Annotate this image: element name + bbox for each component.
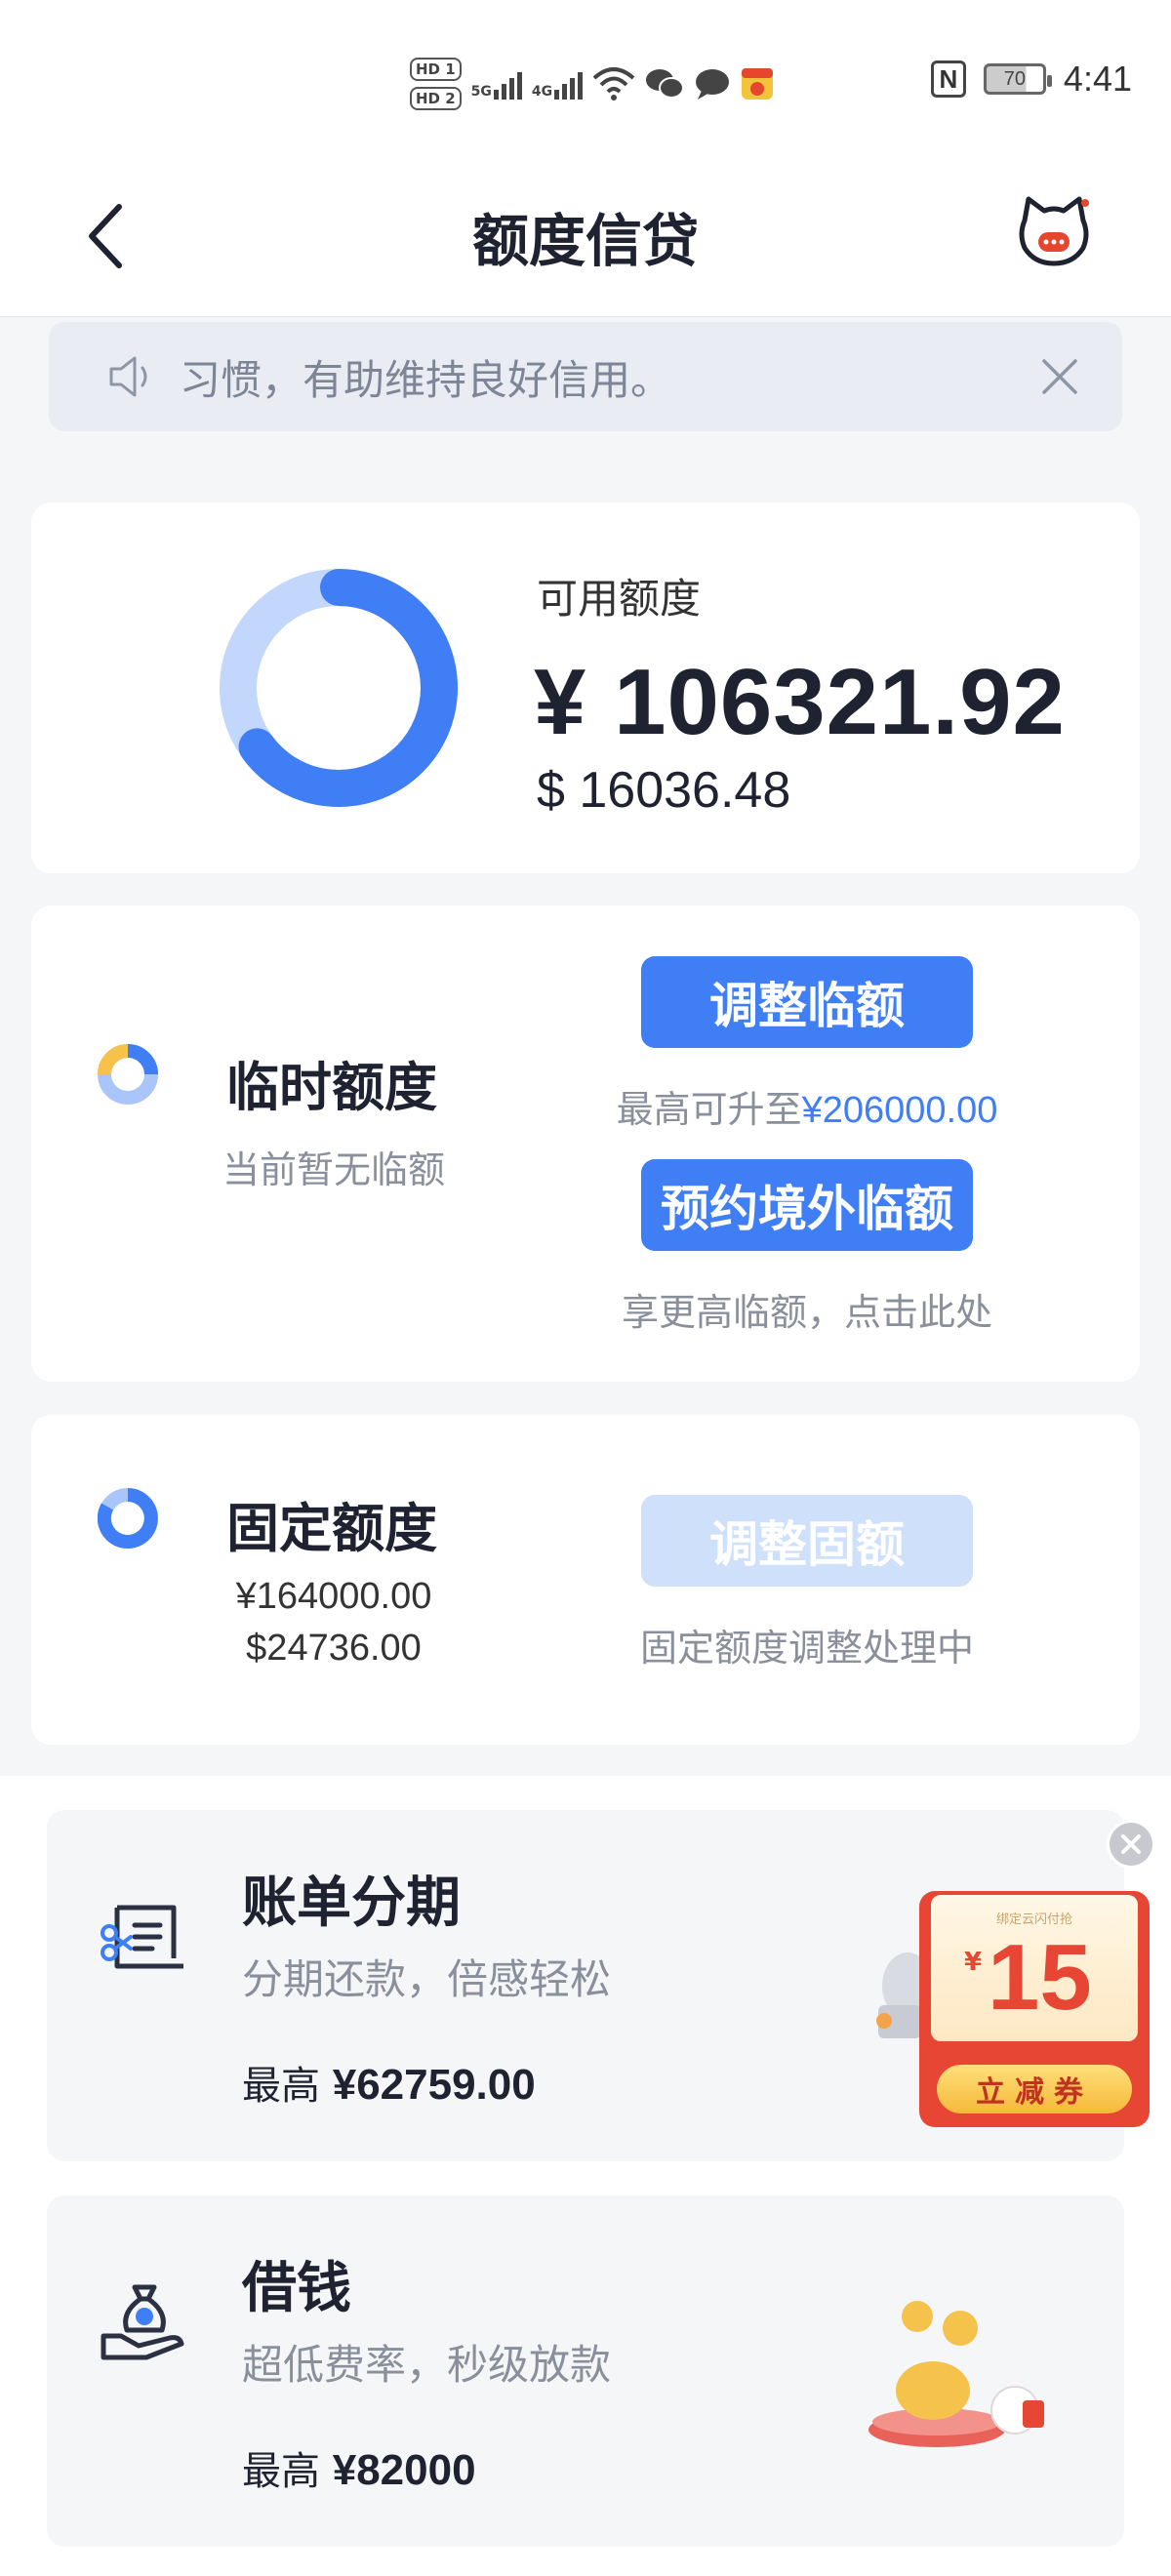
- fixed-amount-cny: ¥164000.00: [235, 1576, 432, 1617]
- installment-max-value: ¥62759.00: [332, 2061, 536, 2109]
- network-5g-label: 5G: [470, 84, 492, 100]
- available-amount-cny: ¥ 106321.92: [534, 650, 1066, 754]
- wechat-icon: [646, 69, 685, 99]
- fixed-status-note: 固定额度调整处理中: [639, 1627, 974, 1670]
- loan-title: 借钱: [242, 2257, 351, 2320]
- page-title: 额度信贷: [471, 208, 699, 274]
- temporary-title: 临时额度: [226, 1057, 437, 1118]
- customer-service-cat-icon[interactable]: [1015, 191, 1093, 269]
- temporary-subtitle: 当前暂无临额: [222, 1148, 445, 1191]
- available-credit-card: 可用额度 ¥ 106321.92 $ 16036.48: [31, 503, 1140, 873]
- coupon-label: 立减券: [937, 2065, 1132, 2113]
- installment-max-prefix: 最高: [242, 2064, 320, 2109]
- hd2-badge: HD 2: [410, 87, 462, 110]
- available-ring-chart: [220, 569, 458, 807]
- app-notification-icon: [742, 68, 774, 100]
- speaker-icon: [109, 356, 147, 397]
- battery-icon: 70: [983, 63, 1052, 95]
- wifi-icon: [592, 67, 635, 101]
- loan-max: 最高 ¥82000: [242, 2439, 476, 2496]
- fixed-title: 固定额度: [226, 1498, 437, 1559]
- available-label: 可用额度: [537, 575, 702, 623]
- coupon-paper: 绑定云闪付抢 ¥ 15: [931, 1895, 1138, 2041]
- overseas-note[interactable]: 享更高临额，点击此处: [578, 1282, 1036, 1336]
- network-4g-label: 4G: [531, 84, 553, 100]
- loan-subtitle: 超低费率，秒级放款: [242, 2341, 612, 2389]
- notice-text: 习惯，有助维持良好信用。: [180, 355, 672, 404]
- status-right: N 70 4:41: [930, 59, 1132, 100]
- money-bag-hand-icon: [101, 2284, 184, 2360]
- coupon-body: 绑定云闪付抢 ¥ 15 立减券: [919, 1891, 1150, 2127]
- temporary-max-prefix: 最高可升至: [616, 1088, 802, 1131]
- coupon-currency: ¥: [964, 1948, 983, 1977]
- hd1-badge: HD 1: [410, 58, 462, 81]
- temporary-max-value: ¥206000.00: [801, 1090, 998, 1131]
- status-bar: HD 1 HD 2 5G 4G N 70 4:41: [0, 0, 1171, 156]
- signal-4g-icon: 4G: [531, 68, 584, 100]
- adjust-temporary-button[interactable]: 调整临额: [641, 956, 973, 1048]
- clock: 4:41: [1063, 59, 1132, 99]
- app-header: 额度信贷: [0, 156, 1171, 317]
- overseas-temporary-button[interactable]: 预约境外临额: [641, 1159, 973, 1251]
- installment-subtitle: 分期还款，倍感轻松: [242, 1955, 612, 2003]
- fixed-amount-usd: $24736.00: [246, 1628, 422, 1669]
- fixed-pie-icon: [98, 1488, 158, 1549]
- temporary-pie-icon: [98, 1044, 158, 1105]
- adjust-fixed-button[interactable]: 调整固额: [641, 1495, 973, 1587]
- close-icon[interactable]: [1036, 353, 1083, 400]
- loan-max-prefix: 最高: [242, 2449, 320, 2494]
- close-icon: [1121, 1834, 1141, 1854]
- temporary-credit-card: 临时额度 当前暂无临额 调整临额 最高可升至¥206000.00 预约境外临额 …: [31, 906, 1140, 1382]
- loan-max-value: ¥82000: [332, 2446, 476, 2494]
- installment-title: 账单分期: [242, 1872, 461, 1935]
- status-icons: HD 1 HD 2 5G 4G: [410, 55, 774, 113]
- coupon-amount: 15: [988, 1925, 1092, 2030]
- nfc-icon: N: [930, 60, 966, 98]
- coupon-popup[interactable]: 绑定云闪付抢 ¥ 15 立减券: [919, 1891, 1150, 2127]
- installment-max: 最高 ¥62759.00: [242, 2054, 536, 2111]
- golden-piggy-decoration-icon: [868, 2301, 1044, 2447]
- temporary-max-note: 最高可升至¥206000.00: [578, 1079, 1036, 1133]
- available-amount-usd: $ 16036.48: [537, 762, 791, 819]
- hd-badges: HD 1 HD 2: [410, 58, 462, 110]
- message-icon: [696, 69, 730, 100]
- signal-5g-icon: 5G: [471, 68, 522, 100]
- fixed-credit-card: 固定额度 ¥164000.00 $24736.00 调整固额 固定额度调整处理中: [31, 1415, 1140, 1745]
- notice-banner: 习惯，有助维持良好信用。: [49, 322, 1122, 431]
- coupon-close-button[interactable]: [1107, 1820, 1155, 1869]
- bill-installment-icon: [101, 1905, 183, 1969]
